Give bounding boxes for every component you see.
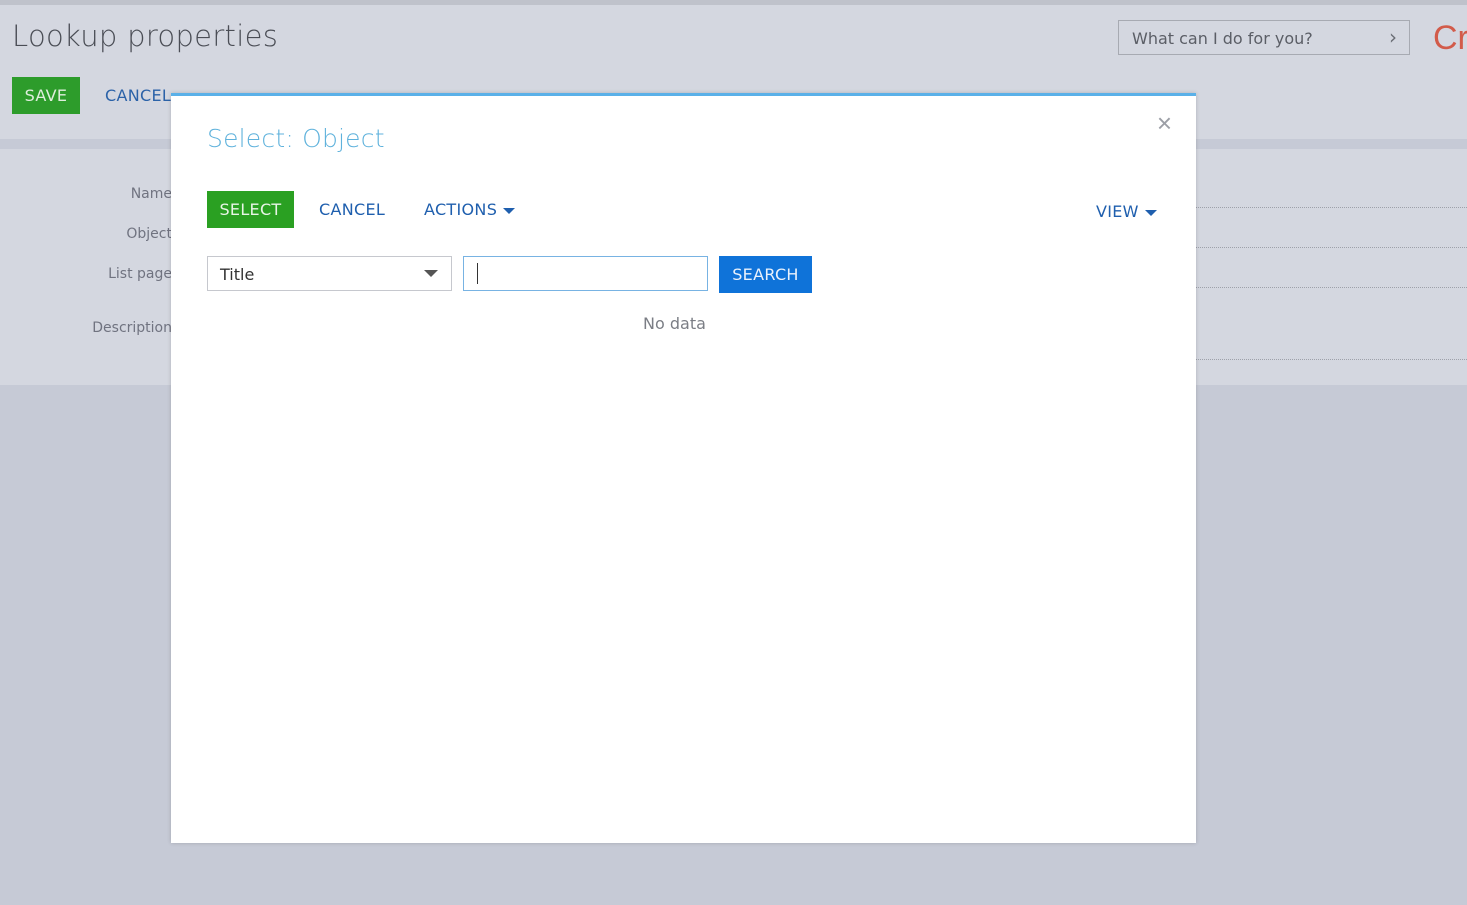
command-placeholder: What can I do for you? (1132, 29, 1313, 48)
form-field-description[interactable] (1196, 359, 1467, 360)
select-object-dialog: Select: Object × SELECT CANCEL ACTIONS V… (171, 93, 1196, 843)
text-cursor (477, 263, 478, 284)
chevron-right-icon[interactable]: › (1389, 25, 1397, 49)
filter-column-value: Title (220, 265, 255, 284)
form-label-description: Description (92, 320, 172, 336)
search-input[interactable] (463, 256, 708, 291)
form-field-object[interactable] (1196, 247, 1467, 248)
actions-menu-button[interactable]: ACTIONS (424, 200, 516, 219)
actions-label: ACTIONS (424, 200, 498, 219)
command-line-input[interactable]: What can I do for you? › (1118, 20, 1410, 55)
view-label: VIEW (1096, 202, 1139, 221)
page-title: Lookup properties (12, 19, 279, 53)
cancel-button[interactable]: CANCEL (105, 86, 171, 105)
dialog-title: Select: Object (207, 124, 385, 153)
dialog-cancel-label: CANCEL (319, 200, 386, 219)
search-button[interactable]: SEARCH (719, 256, 812, 293)
empty-state-text: No data (643, 314, 706, 333)
form-field-list-page[interactable] (1196, 287, 1467, 288)
form-field-name[interactable] (1196, 207, 1467, 208)
dialog-cancel-button[interactable]: CANCEL (319, 200, 385, 219)
form-label-name: Name (130, 186, 172, 202)
form-label-list-page: List page (108, 266, 172, 282)
caret-down-icon[interactable] (424, 270, 438, 277)
caret-down-icon (1144, 209, 1157, 216)
brand-logo: Cr (1433, 19, 1467, 57)
filter-column-select[interactable]: Title (207, 256, 452, 291)
select-button[interactable]: SELECT (207, 191, 294, 228)
close-icon[interactable]: × (1157, 110, 1172, 136)
caret-down-icon (503, 207, 516, 214)
form-label-object: Object (126, 226, 172, 242)
view-menu-button[interactable]: VIEW (1096, 202, 1157, 221)
save-button[interactable]: SAVE (12, 77, 80, 114)
